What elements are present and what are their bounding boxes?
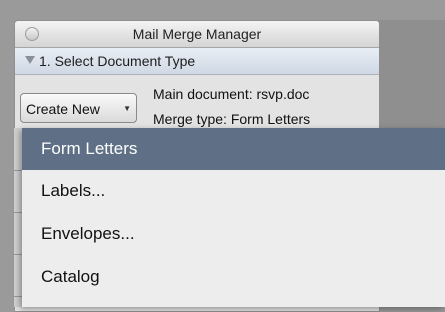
disclosure-triangle-icon[interactable] — [25, 56, 35, 64]
main-document-text: Main document: rsvp.doc — [153, 86, 310, 102]
background-window — [378, 20, 445, 130]
create-new-label: Create New — [26, 101, 100, 117]
section-header-select-document-type[interactable]: 1. Select Document Type — [15, 48, 379, 75]
menu-item-catalog[interactable]: Catalog — [22, 256, 445, 298]
create-new-button[interactable]: Create New ▼ — [20, 93, 137, 123]
menu-item-labels[interactable]: Labels... — [22, 170, 445, 212]
merge-type-text: Merge type: Form Letters — [153, 111, 311, 127]
window-title: Mail Merge Manager — [132, 26, 262, 42]
dropdown-arrow-icon: ▼ — [123, 104, 131, 113]
palette-left-edge — [14, 128, 22, 307]
title-bar[interactable]: Mail Merge Manager — [15, 21, 379, 48]
create-new-dropdown-menu: Form Letters Labels... Envelopes... Cata… — [22, 128, 445, 307]
menu-item-envelopes[interactable]: Envelopes... — [22, 213, 445, 255]
section-label: 1. Select Document Type — [39, 53, 196, 69]
menu-item-form-letters[interactable]: Form Letters — [22, 128, 445, 170]
